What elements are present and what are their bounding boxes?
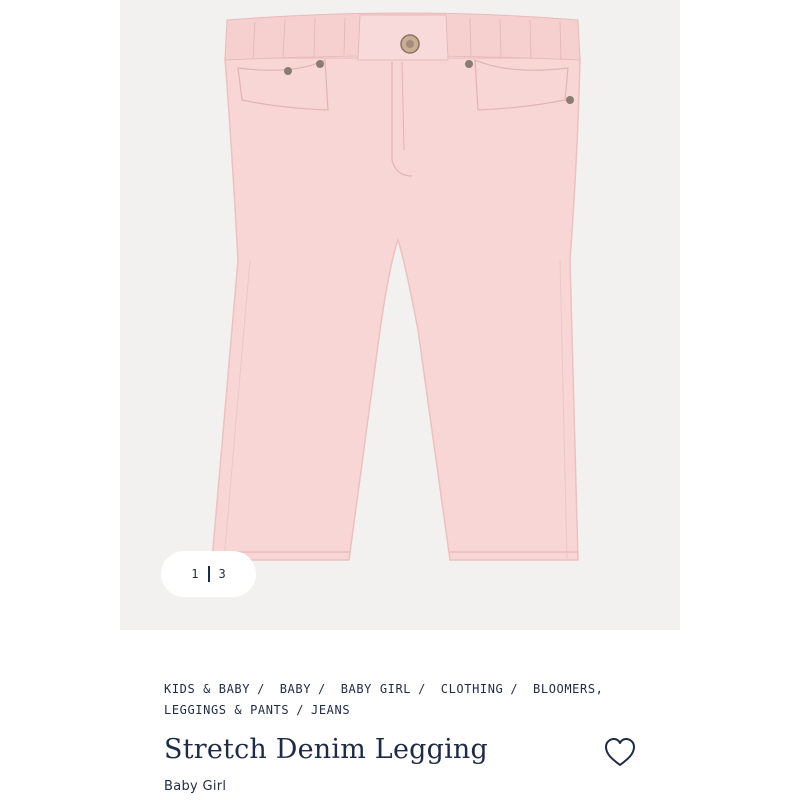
breadcrumb-separator: / <box>257 682 265 696</box>
breadcrumb-separator: / <box>296 703 305 717</box>
breadcrumb-baby-girl[interactable]: BABY GIRL <box>341 682 411 696</box>
product-image <box>211 12 581 561</box>
pager-current: 1 <box>191 567 199 581</box>
image-pager[interactable]: 1 3 <box>161 551 256 597</box>
product-image-gallery[interactable]: 1 3 <box>120 0 680 630</box>
wishlist-button[interactable] <box>603 736 637 768</box>
breadcrumb: KIDS & BABY / BABY / BABY GIRL / CLOTHING / … <box>164 679 664 721</box>
breadcrumb-baby[interactable]: BABY <box>280 682 311 696</box>
breadcrumb-clothing[interactable]: CLOTHING <box>441 682 504 696</box>
breadcrumb-jeans[interactable]: JEANS <box>311 703 350 717</box>
pager-total: 3 <box>218 567 226 581</box>
breadcrumb-kids-baby[interactable]: KIDS & BABY <box>164 682 250 696</box>
breadcrumb-separator: / <box>418 682 426 696</box>
pager-divider <box>207 566 210 582</box>
product-subtitle: Baby Girl <box>164 779 227 794</box>
breadcrumb-separator: / <box>510 682 519 696</box>
product-title: Stretch Denim Legging <box>164 734 488 765</box>
heart-icon <box>605 738 635 766</box>
breadcrumb-separator: / <box>318 682 326 696</box>
